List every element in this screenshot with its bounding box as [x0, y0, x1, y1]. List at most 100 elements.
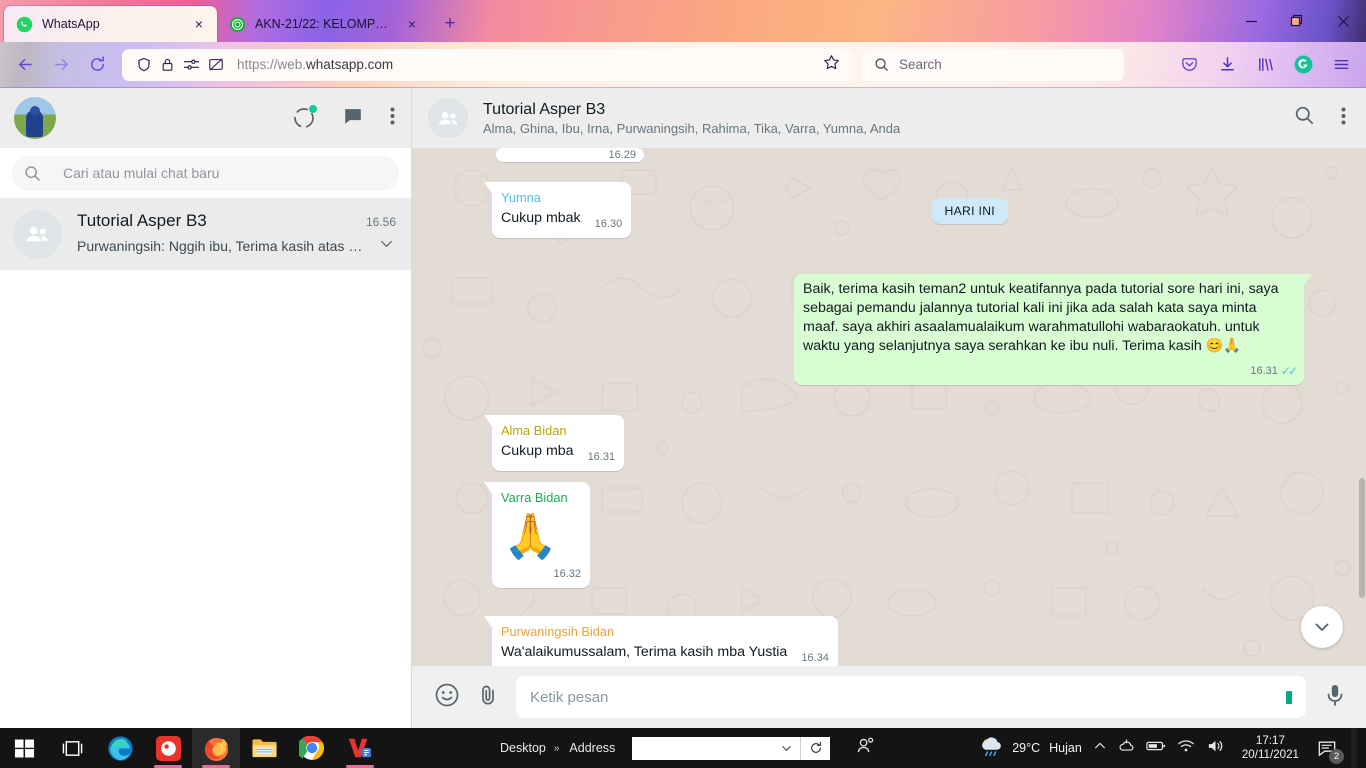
message-meta: 16.31 ✓✓: [1250, 362, 1298, 381]
chevron-down-icon[interactable]: [377, 234, 396, 258]
message-sender: Varra Bidan: [501, 490, 568, 505]
chat-list-item-preview: Purwaningsih: Nggih ibu, Terima kasih at…: [77, 237, 367, 254]
message-text: Baik, terima kasih teman2 untuk keatifan…: [803, 281, 1279, 354]
url-domain: whatsapp.com: [306, 57, 394, 72]
window-controls: [1228, 0, 1366, 42]
weather-widget[interactable]: 29°C Hujan: [979, 736, 1082, 761]
start-button[interactable]: [0, 728, 48, 768]
edge-icon[interactable]: [96, 728, 144, 768]
message-bubble-outgoing[interactable]: Baik, terima kasih teman2 untuk keatifan…: [794, 274, 1312, 385]
tab-close-button-2[interactable]: ×: [402, 14, 422, 34]
lock-icon: [162, 58, 173, 71]
chrome-icon[interactable]: [288, 728, 336, 768]
hamburger-menu-icon[interactable]: [1324, 48, 1358, 82]
url-security-icons: [128, 57, 224, 73]
taskbar-toolbars: Desktop » Address: [500, 736, 875, 760]
message-input[interactable]: Ketik pesan: [516, 676, 1306, 718]
search-icon: [25, 165, 40, 181]
conversation-members: Alma, Ghina, Ibu, Irna, Purwaningsih, Ra…: [483, 120, 901, 136]
forward-arrow-icon[interactable]: [44, 48, 78, 82]
divider-and-first-message: HARI INI Yumna Cukup mbak 16.30: [483, 182, 1304, 238]
message-sender: Yumna: [501, 190, 541, 205]
messages-scroll-area[interactable]: 16.29 HARI INI Yumna Cukup mbak 16.30 Ba…: [412, 148, 1366, 666]
profile-avatar[interactable]: [14, 97, 56, 139]
message-time: 16.29: [608, 149, 636, 161]
chat-list-item-content: Tutorial Asper B3 16.56 Purwaningsih: Ng…: [77, 211, 396, 258]
library-icon[interactable]: [1248, 48, 1282, 82]
messages-scrollbar[interactable]: [1359, 478, 1365, 598]
browser-tab-akn[interactable]: AKN-21/22: KELOMPOK B3 ×: [217, 6, 430, 42]
message-bubble-incoming[interactable]: Yumna Cukup mbak 16.30: [483, 182, 632, 238]
battery-icon[interactable]: [1146, 739, 1166, 758]
group-icon[interactable]: [428, 98, 468, 138]
pocket-icon[interactable]: [1172, 48, 1206, 82]
taskbar-clock[interactable]: 17:17 20/11/2021: [1242, 734, 1299, 762]
show-desktop-button[interactable]: [1351, 728, 1357, 768]
weather-description: Hujan: [1049, 741, 1082, 755]
refresh-icon[interactable]: [800, 736, 831, 760]
microphone-icon[interactable]: [1322, 682, 1348, 713]
clock-date: 20/11/2021: [1241, 748, 1299, 761]
onedrive-icon[interactable]: [1118, 738, 1135, 759]
people-icon[interactable]: [856, 736, 875, 760]
chat-list: Tutorial Asper B3 16.56 Purwaningsih: Ng…: [0, 198, 411, 728]
browser-search-bar[interactable]: Search: [862, 48, 1124, 81]
show-hidden-icons-chevron[interactable]: [1093, 739, 1107, 758]
menu-dots-icon[interactable]: [390, 106, 395, 131]
emoji-icon[interactable]: [434, 682, 460, 713]
file-explorer-icon[interactable]: [240, 728, 288, 768]
search-input[interactable]: Cari atau mulai chat baru: [12, 155, 399, 191]
grammarly-icon[interactable]: [1286, 48, 1320, 82]
task-view-button[interactable]: [48, 728, 96, 768]
reload-icon[interactable]: [80, 48, 114, 82]
conversation-header: Tutorial Asper B3 Alma, Ghina, Ibu, Irna…: [412, 88, 1366, 148]
desktop-toolbar-label[interactable]: Desktop: [500, 741, 552, 755]
desktop-toolbar-chevrons[interactable]: »: [554, 743, 560, 754]
downloads-icon[interactable]: [1210, 48, 1244, 82]
spiral-icon: [229, 16, 246, 33]
back-arrow-icon[interactable]: [8, 48, 42, 82]
url-bar[interactable]: https://web.whatsapp.com: [122, 48, 852, 81]
browser-tab-whatsapp[interactable]: WhatsApp ×: [4, 6, 217, 42]
firefox-icon[interactable]: [192, 728, 240, 768]
wifi-icon[interactable]: [1177, 738, 1195, 758]
chat-list-item-bottom: Purwaningsih: Nggih ibu, Terima kasih at…: [77, 234, 396, 258]
new-chat-icon[interactable]: [342, 105, 364, 132]
close-button[interactable]: [1320, 0, 1366, 42]
browser-search-placeholder: Search: [899, 57, 942, 72]
message-meta: 16.31: [588, 448, 616, 467]
gom-player-icon[interactable]: [144, 728, 192, 768]
sidebar-header: [0, 88, 411, 148]
new-tab-button[interactable]: +: [436, 10, 464, 38]
bookmark-star-icon[interactable]: [823, 54, 846, 76]
permissions-icon: [184, 59, 199, 70]
minimize-button[interactable]: [1228, 0, 1274, 42]
attach-clip-icon[interactable]: [476, 683, 500, 712]
message-bubble-incoming[interactable]: Purwaningsih Bidan Wa'alaikumussalam, Te…: [484, 616, 838, 666]
message-row: Purwaningsih Bidan Wa'alaikumussalam, Te…: [484, 616, 1304, 666]
sidebar-search-wrap: Cari atau mulai chat baru: [0, 148, 411, 198]
volume-icon[interactable]: [1206, 738, 1225, 759]
url-text: https://web.whatsapp.com: [237, 57, 393, 72]
status-ring-icon[interactable]: [292, 105, 317, 130]
message-bubble-incoming-emoji[interactable]: Varra Bidan 🙏 16.32: [484, 482, 590, 588]
tab-close-button[interactable]: ×: [189, 14, 209, 34]
read-receipt-icon: ✓✓: [1280, 364, 1298, 378]
search-icon[interactable]: [1294, 105, 1315, 131]
menu-dots-icon[interactable]: [1341, 106, 1346, 131]
message-bubble-incoming[interactable]: Alma Bidan Cukup mba 16.31: [483, 415, 625, 471]
chat-list-item-tutorial-asper-b3[interactable]: Tutorial Asper B3 16.56 Purwaningsih: Ng…: [0, 198, 411, 270]
message-composer: Ketik pesan: [412, 666, 1366, 728]
tab-title-whatsapp: WhatsApp: [42, 17, 100, 31]
conversation-title-block[interactable]: Tutorial Asper B3 Alma, Ghina, Ibu, Irna…: [483, 101, 900, 136]
maximize-button[interactable]: [1274, 0, 1320, 42]
notifications-button[interactable]: 2: [1314, 735, 1344, 764]
message-row-cut-top: 16.29: [492, 148, 1304, 162]
address-toolbar-input[interactable]: [632, 736, 801, 760]
whatsapp-icon: [16, 16, 33, 33]
wps-office-icon[interactable]: [336, 728, 384, 768]
browser-title-bar: WhatsApp × AKN-21/22: KELOMPOK B3 × +: [0, 0, 1366, 42]
scroll-to-bottom-button[interactable]: [1301, 606, 1343, 648]
message-meta: 16.34: [801, 649, 829, 666]
chat-list-item-name: Tutorial Asper B3: [77, 210, 207, 230]
